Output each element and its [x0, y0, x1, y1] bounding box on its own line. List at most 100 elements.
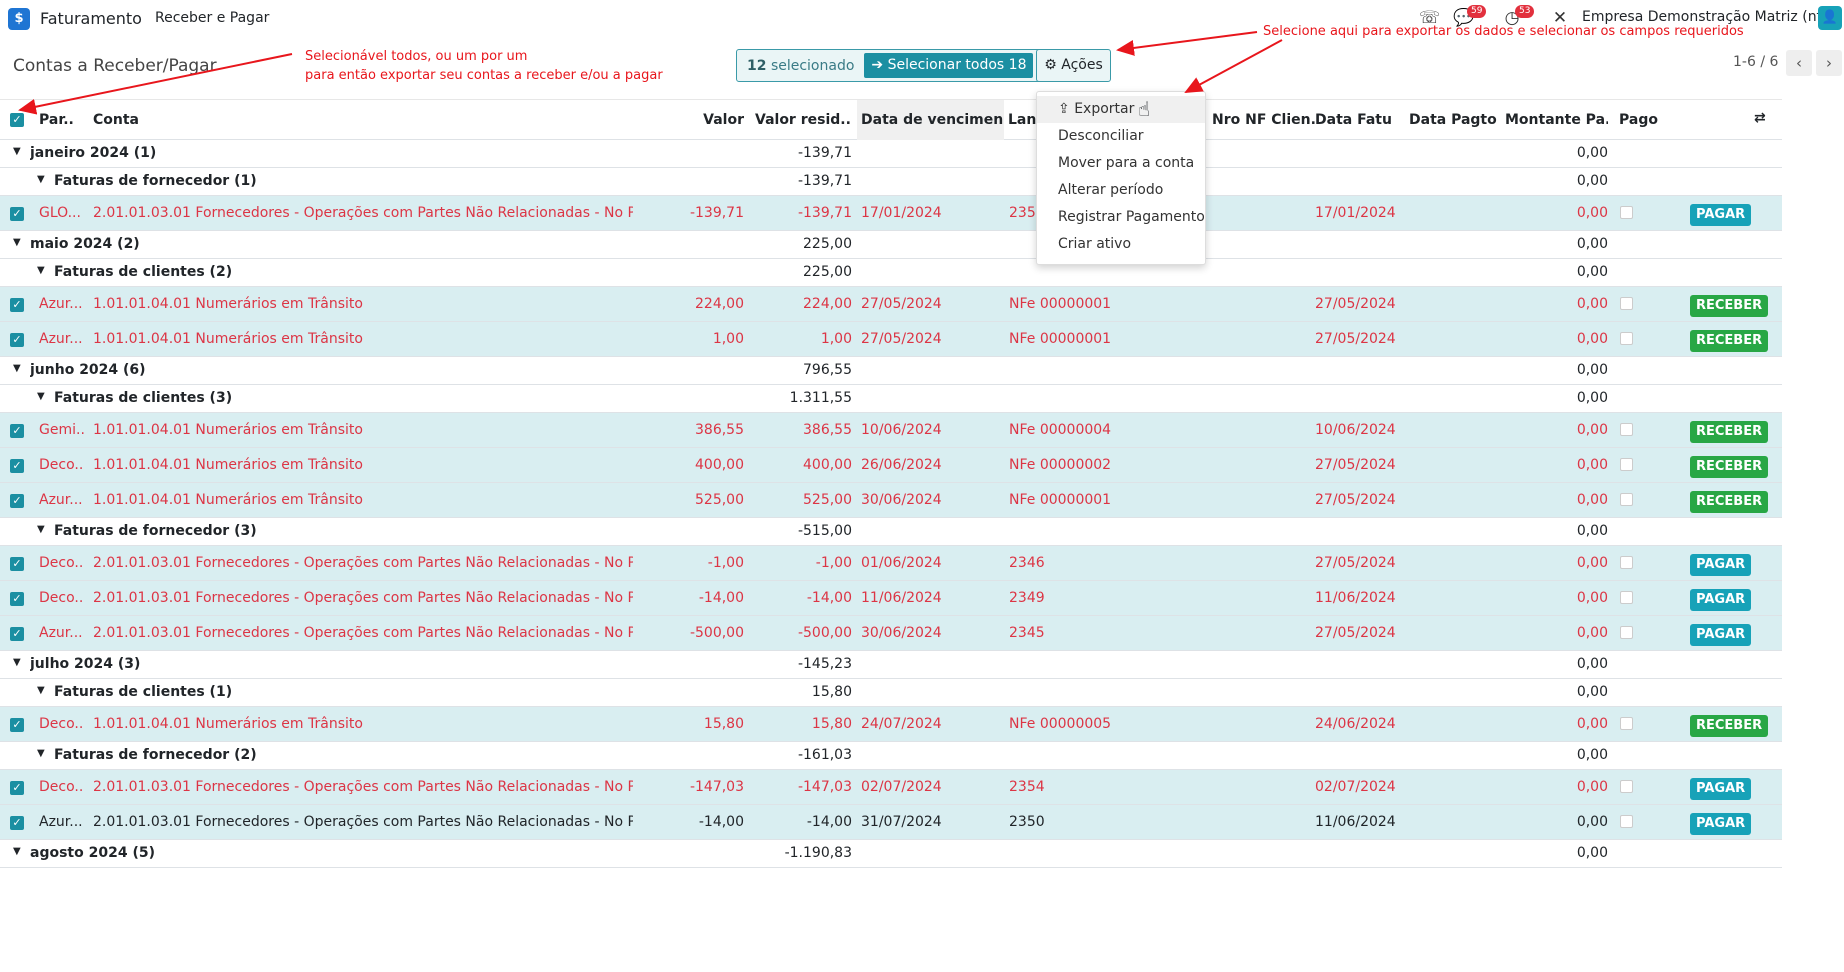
- col-residual[interactable]: Valor resid...: [755, 112, 852, 128]
- col-pay-date[interactable]: Data Pagto: [1409, 112, 1497, 128]
- group-row[interactable]: ▼ maio 2024 (2) 225,00 0,00: [0, 231, 1782, 259]
- receive-button[interactable]: RECEBER: [1690, 330, 1769, 352]
- pager-value[interactable]: 1-6 / 6: [1733, 54, 1778, 70]
- col-partner[interactable]: Par...: [39, 112, 75, 128]
- group-row[interactable]: ▼ janeiro 2024 (1) -139,71 0,00: [0, 140, 1782, 168]
- group-row[interactable]: ▼ agosto 2024 (5) -1.190,83 0,00: [0, 840, 1782, 868]
- caret-down-icon[interactable]: ▼: [37, 685, 45, 696]
- col-entry[interactable]: Lanç: [1008, 112, 1036, 128]
- table-row[interactable]: ✓ Deco... 1.01.01.04.01 Numerários em Trân…: [0, 707, 1782, 742]
- pay-button[interactable]: PAGAR: [1690, 554, 1752, 576]
- group-row[interactable]: ▼ Faturas de fornecedor (2) -161,03 0,00: [0, 742, 1782, 770]
- caret-down-icon[interactable]: ▼: [13, 146, 21, 157]
- paid-checkbox[interactable]: [1620, 626, 1633, 639]
- menu-item-create-asset[interactable]: Criar ativo: [1037, 231, 1205, 258]
- paid-checkbox[interactable]: [1620, 780, 1633, 793]
- table-row[interactable]: ✓ Gemi... 1.01.01.04.01 Numerários em Trân…: [0, 413, 1782, 448]
- row-checkbox[interactable]: ✓: [10, 627, 24, 641]
- caret-down-icon[interactable]: ▼: [37, 391, 45, 402]
- paid-checkbox[interactable]: [1620, 206, 1633, 219]
- table-row[interactable]: ✓ Azur... 2.01.01.03.01 Fornecedores - Ope…: [0, 805, 1782, 840]
- col-value[interactable]: Valor: [680, 112, 744, 128]
- table-row[interactable]: ✓ Deco... 2.01.01.03.01 Fornecedores - Ope…: [0, 546, 1782, 581]
- col-due-date[interactable]: Data de vencimen... ^: [857, 100, 1004, 140]
- row-checkbox[interactable]: ✓: [10, 592, 24, 606]
- group-label: agosto 2024 (5): [30, 845, 155, 861]
- row-checkbox[interactable]: ✓: [10, 424, 24, 438]
- caret-down-icon[interactable]: ▼: [37, 265, 45, 276]
- menu-item-export[interactable]: ⇪ Exportar: [1037, 96, 1205, 123]
- caret-down-icon[interactable]: ▼: [13, 363, 21, 374]
- table-row[interactable]: ✓ Deco... 2.01.01.03.01 Fornecedores - Ope…: [0, 770, 1782, 805]
- receive-button[interactable]: RECEBER: [1690, 421, 1769, 443]
- select-all-checkbox[interactable]: ✓: [10, 113, 24, 127]
- pay-button[interactable]: PAGAR: [1690, 589, 1752, 611]
- table-row[interactable]: ✓ Azur... 1.01.01.04.01 Numerários em Trân…: [0, 322, 1782, 357]
- caret-down-icon[interactable]: ▼: [37, 524, 45, 535]
- pay-button[interactable]: PAGAR: [1690, 204, 1752, 226]
- optional-columns-icon[interactable]: ⇄: [1754, 110, 1766, 126]
- table-row[interactable]: ✓ Azur... 2.01.01.03.01 Fornecedores - Ope…: [0, 616, 1782, 651]
- group-row[interactable]: ▼ Faturas de fornecedor (3) -515,00 0,00: [0, 518, 1782, 546]
- table-row[interactable]: ✓ Deco... 2.01.01.03.01 Fornecedores - Ope…: [0, 581, 1782, 616]
- table-row[interactable]: ✓ Azur... 1.01.01.04.01 Numerários em Trân…: [0, 287, 1782, 322]
- paid-checkbox[interactable]: [1620, 717, 1633, 730]
- paid-checkbox[interactable]: [1620, 423, 1633, 436]
- cell-residual: -139,71: [797, 205, 852, 221]
- menu-item-unreconcile[interactable]: Desconciliar: [1037, 123, 1205, 150]
- row-checkbox[interactable]: ✓: [10, 298, 24, 312]
- group-row[interactable]: ▼ Faturas de fornecedor (1) -139,71 0,00: [0, 168, 1782, 196]
- select-all-button[interactable]: ➔ Selecionar todos 18: [864, 53, 1034, 78]
- table-row[interactable]: ✓ GLO... 2.01.01.03.01 Fornecedores - Oper…: [0, 196, 1782, 231]
- pager-next-button[interactable]: ›: [1816, 50, 1842, 76]
- row-checkbox[interactable]: ✓: [10, 459, 24, 473]
- col-paid-amount[interactable]: Montante Pa...: [1505, 112, 1608, 128]
- menu-receber-pagar[interactable]: Receber e Pagar: [155, 10, 269, 26]
- col-paid[interactable]: Pago: [1619, 112, 1658, 128]
- col-account[interactable]: Conta: [93, 112, 139, 128]
- paid-checkbox[interactable]: [1620, 591, 1633, 604]
- app-icon[interactable]: $: [8, 8, 30, 30]
- caret-down-icon[interactable]: ▼: [37, 174, 45, 185]
- table-row[interactable]: ✓ Deco... 1.01.01.04.01 Numerários em Trân…: [0, 448, 1782, 483]
- pay-button[interactable]: PAGAR: [1690, 778, 1752, 800]
- group-row[interactable]: ▼ junho 2024 (6) 796,55 0,00: [0, 357, 1782, 385]
- caret-down-icon[interactable]: ▼: [13, 846, 21, 857]
- row-checkbox[interactable]: ✓: [10, 718, 24, 732]
- row-checkbox[interactable]: ✓: [10, 781, 24, 795]
- group-row[interactable]: ▼ Faturas de clientes (1) 15,80 0,00: [0, 679, 1782, 707]
- row-checkbox[interactable]: ✓: [10, 816, 24, 830]
- paid-checkbox[interactable]: [1620, 815, 1633, 828]
- paid-checkbox[interactable]: [1620, 332, 1633, 345]
- menu-item-register-payment[interactable]: Registrar Pagamento: [1037, 204, 1205, 231]
- row-checkbox[interactable]: ✓: [10, 557, 24, 571]
- menu-item-move-account[interactable]: Mover para a conta: [1037, 150, 1205, 177]
- user-avatar[interactable]: 👤: [1818, 6, 1842, 30]
- caret-down-icon[interactable]: ▼: [13, 237, 21, 248]
- receive-button[interactable]: RECEBER: [1690, 715, 1769, 737]
- receive-button[interactable]: RECEBER: [1690, 456, 1769, 478]
- col-nf[interactable]: Nro NF Clien...: [1212, 112, 1316, 128]
- app-name[interactable]: Faturamento: [40, 9, 142, 28]
- group-row[interactable]: ▼ Faturas de clientes (2) 225,00 0,00: [0, 259, 1782, 287]
- row-checkbox[interactable]: ✓: [10, 333, 24, 347]
- paid-checkbox[interactable]: [1620, 493, 1633, 506]
- caret-down-icon[interactable]: ▼: [37, 748, 45, 759]
- paid-checkbox[interactable]: [1620, 458, 1633, 471]
- receive-button[interactable]: RECEBER: [1690, 491, 1769, 513]
- paid-checkbox[interactable]: [1620, 297, 1633, 310]
- col-invoice-date[interactable]: Data Fatu...: [1315, 112, 1393, 128]
- pay-button[interactable]: PAGAR: [1690, 813, 1752, 835]
- pager-previous-button[interactable]: ‹: [1786, 50, 1812, 76]
- receive-button[interactable]: RECEBER: [1690, 295, 1769, 317]
- row-checkbox[interactable]: ✓: [10, 207, 24, 221]
- group-row[interactable]: ▼ Faturas de clientes (3) 1.311,55 0,00: [0, 385, 1782, 413]
- menu-item-change-period[interactable]: Alterar período: [1037, 177, 1205, 204]
- actions-button[interactable]: ⚙ Ações: [1036, 49, 1111, 82]
- caret-down-icon[interactable]: ▼: [13, 657, 21, 668]
- group-row[interactable]: ▼ julho 2024 (3) -145,23 0,00: [0, 651, 1782, 679]
- row-checkbox[interactable]: ✓: [10, 494, 24, 508]
- pay-button[interactable]: PAGAR: [1690, 624, 1752, 646]
- table-row[interactable]: ✓ Azur... 1.01.01.04.01 Numerários em Trân…: [0, 483, 1782, 518]
- paid-checkbox[interactable]: [1620, 556, 1633, 569]
